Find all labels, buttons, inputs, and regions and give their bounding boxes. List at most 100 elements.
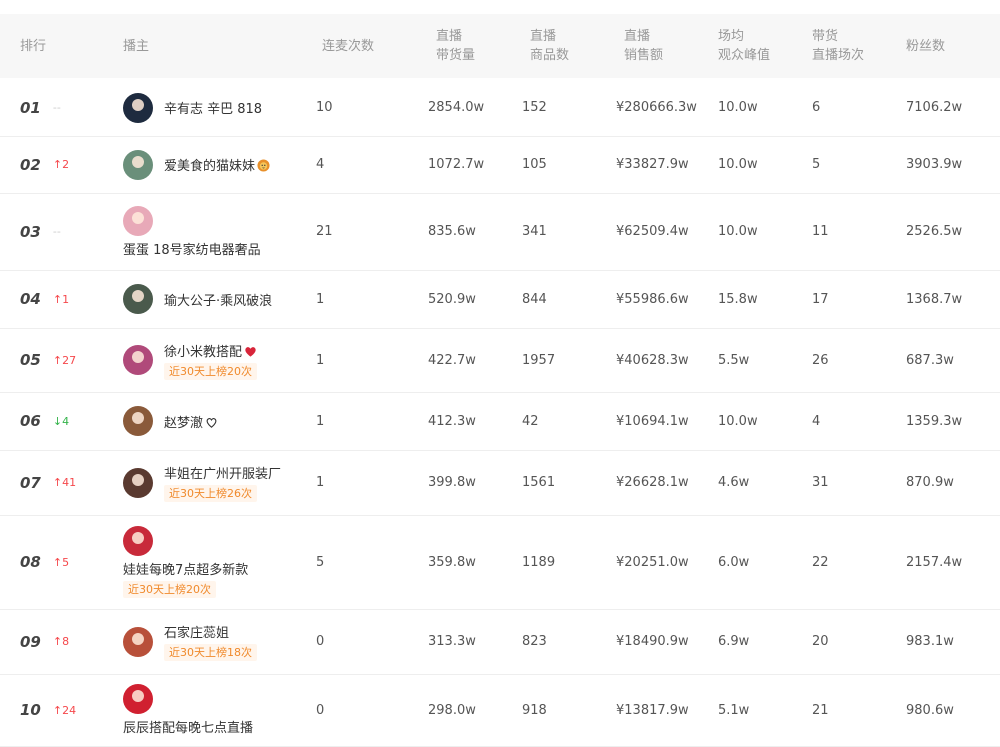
ranking-frequency-badge: 近30天上榜20次: [123, 581, 216, 598]
lianmai-count: 0: [316, 702, 325, 718]
rank-cell: 04 ↑1: [20, 270, 69, 328]
anchor-cell[interactable]: 瑜大公子·乘风破浪: [123, 270, 272, 328]
sales-amount: ¥40628.3w: [616, 352, 689, 368]
peak-viewers: 4.6w: [718, 475, 750, 490]
table-row[interactable]: 01 -- 辛有志 辛巴 818 10 2854.0w 152 ¥280666.3w 10.0…: [0, 79, 1000, 137]
session-count: 22: [812, 554, 829, 570]
product-count: 341: [522, 224, 547, 239]
anchor-name[interactable]: 爱美食的猫妹妹: [164, 155, 270, 174]
fan-count: 3903.9w: [906, 157, 963, 172]
anchor-name[interactable]: 娃娃每晚7点超多新款: [123, 559, 248, 578]
session-count: 31: [812, 475, 829, 490]
avatar[interactable]: [123, 149, 153, 180]
rank-change: ↓4: [52, 414, 70, 428]
header-sales[interactable]: 直播 销售额: [624, 14, 663, 78]
avatar[interactable]: [123, 345, 153, 375]
sales-amount: ¥33827.9w: [616, 157, 689, 172]
table-row[interactable]: 06 ↓4 赵梦澈 1 412.3w 42 ¥10694.1w 10.0w 4 1359.3w: [0, 392, 1000, 451]
sales-amount: ¥20251.0w: [616, 554, 689, 570]
rank-change: ↑2: [52, 158, 70, 171]
avatar[interactable]: [123, 284, 153, 314]
session-count: 20: [812, 634, 829, 649]
lianmai-count: 1: [316, 413, 325, 429]
anchor-cell[interactable]: 爱美食的猫妹妹: [123, 136, 270, 193]
header-goods-volume[interactable]: 直播 带货量: [436, 14, 475, 78]
header-rank[interactable]: 排行: [20, 14, 46, 78]
header-product-count[interactable]: 直播 商品数: [530, 14, 569, 78]
anchor-cell[interactable]: 赵梦澈: [123, 392, 218, 450]
product-count: 152: [522, 100, 547, 115]
goods-volume: 313.3w: [428, 634, 476, 649]
avatar[interactable]: [123, 626, 153, 657]
rank-number: 10: [20, 701, 41, 719]
session-count: 11: [812, 224, 829, 239]
sales-amount: ¥280666.3w: [616, 100, 697, 115]
table-header: 排行 播主 连麦次数 直播 带货量 直播 商品数 直播 销售额 场均 观众峰值 带货 直播…: [0, 14, 1000, 78]
anchor-name[interactable]: 石家庄蕊姐: [164, 622, 257, 641]
product-count: 1957: [522, 352, 556, 368]
avatar[interactable]: [123, 526, 153, 556]
anchor-name[interactable]: 辛有志 辛巴 818: [164, 98, 262, 117]
avatar[interactable]: [123, 467, 153, 498]
peak-viewers: 15.8w: [718, 291, 758, 307]
rank-number: 06: [20, 412, 41, 430]
fan-count: 1368.7w: [906, 291, 963, 307]
avatar[interactable]: [123, 205, 153, 236]
sales-amount: ¥13817.9w: [616, 702, 689, 718]
goods-volume: 422.7w: [428, 352, 476, 368]
header-lianmai[interactable]: 连麦次数: [322, 14, 374, 78]
table-row[interactable]: 05 ↑27 徐小米教搭配 近30天上榜20次 1 422.7w 1957 ¥40628.3w…: [0, 328, 1000, 393]
goods-volume: 399.8w: [428, 475, 476, 490]
rank-cell: 03 --: [20, 193, 61, 270]
rank-change: ↑27: [52, 353, 77, 367]
anchor-name[interactable]: 辰辰搭配每晚七点直播: [123, 717, 253, 736]
table-row[interactable]: 10 ↑24 辰辰搭配每晚七点直播 0 298.0w 918 ¥13817.9w 5.1w 21…: [0, 674, 1000, 747]
fan-count: 2157.4w: [906, 554, 963, 570]
anchor-cell[interactable]: 蛋蛋 18号家纺电器奢品: [123, 193, 261, 270]
rank-cell: 05 ↑27: [20, 328, 76, 392]
header-anchor[interactable]: 播主: [123, 14, 149, 78]
anchor-name[interactable]: 瑜大公子·乘风破浪: [164, 290, 272, 309]
table-row[interactable]: 03 -- 蛋蛋 18号家纺电器奢品 21 835.6w 341 ¥62509.4w 10.0…: [0, 193, 1000, 271]
product-count: 105: [522, 157, 547, 172]
session-count: 21: [812, 702, 829, 718]
lianmai-count: 10: [316, 100, 333, 115]
sales-amount: ¥26628.1w: [616, 475, 689, 490]
anchor-cell[interactable]: 徐小米教搭配 近30天上榜20次: [123, 328, 257, 392]
rank-change: ↑24: [52, 703, 77, 717]
anchor-cell[interactable]: 辰辰搭配每晚七点直播: [123, 674, 253, 746]
header-peak-viewers[interactable]: 场均 观众峰值: [718, 14, 770, 78]
table-row[interactable]: 02 ↑2 爱美食的猫妹妹 4 1072.7w 105 ¥33827.9w 10.0w 5 390…: [0, 136, 1000, 194]
rank-change: ↑1: [52, 292, 70, 306]
header-sessions[interactable]: 带货 直播场次: [812, 14, 864, 78]
goods-volume: 412.3w: [428, 413, 476, 429]
lianmai-count: 5: [316, 554, 325, 570]
lion-emoji: [255, 159, 270, 174]
table-row[interactable]: 08 ↑5 娃娃每晚7点超多新款 近30天上榜20次 5 359.8w 1189 ¥20251…: [0, 515, 1000, 610]
peak-viewers: 10.0w: [718, 413, 758, 429]
avatar[interactable]: [123, 406, 153, 436]
rank-change: ↑41: [52, 476, 77, 489]
anchor-cell[interactable]: 辛有志 辛巴 818: [123, 79, 262, 136]
anchor-cell[interactable]: 芈姐在广州开服装厂 近30天上榜26次: [123, 450, 281, 515]
sales-amount: ¥62509.4w: [616, 224, 689, 239]
session-count: 17: [812, 291, 829, 307]
lianmai-count: 0: [316, 634, 325, 649]
anchor-name[interactable]: 芈姐在广州开服装厂: [164, 463, 281, 482]
anchor-cell[interactable]: 石家庄蕊姐 近30天上榜18次: [123, 609, 257, 674]
anchor-name[interactable]: 徐小米教搭配: [164, 341, 257, 360]
peak-viewers: 10.0w: [718, 224, 758, 239]
avatar[interactable]: [123, 684, 153, 714]
rank-number: 01: [20, 98, 41, 117]
table-row[interactable]: 09 ↑8 石家庄蕊姐 近30天上榜18次 0 313.3w 823 ¥18490.9w 6.9…: [0, 609, 1000, 675]
anchor-name[interactable]: 赵梦澈: [164, 412, 218, 431]
header-fans[interactable]: 粉丝数: [906, 14, 945, 78]
fan-count: 870.9w: [906, 475, 954, 490]
table-row[interactable]: 07 ↑41 芈姐在广州开服装厂 近30天上榜26次 1 399.8w 1561 ¥26628…: [0, 450, 1000, 516]
rank-number: 07: [20, 473, 41, 492]
table-row[interactable]: 04 ↑1 瑜大公子·乘风破浪 1 520.9w 844 ¥55986.6w 15.8w 17 1…: [0, 270, 1000, 329]
anchor-cell[interactable]: 娃娃每晚7点超多新款 近30天上榜20次: [123, 515, 248, 609]
rank-number: 05: [20, 351, 41, 369]
anchor-name[interactable]: 蛋蛋 18号家纺电器奢品: [123, 239, 261, 258]
avatar[interactable]: [123, 92, 153, 123]
